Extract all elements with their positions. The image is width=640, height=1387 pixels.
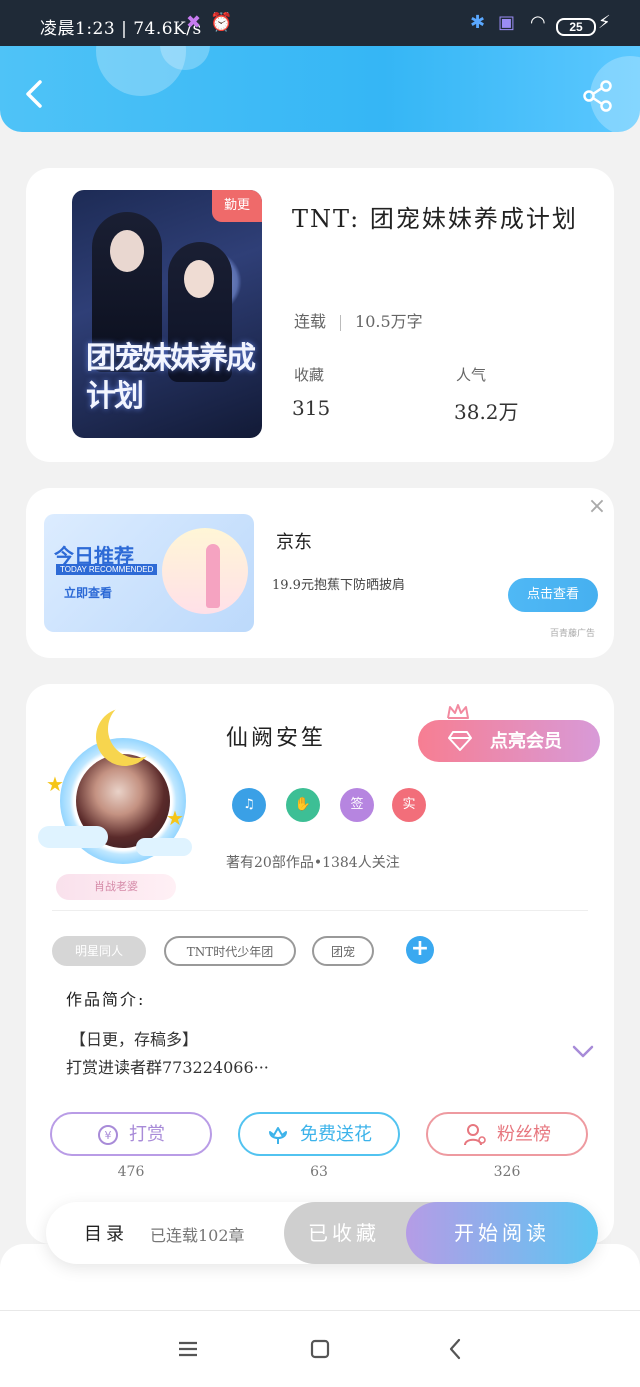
cover-face — [110, 230, 144, 272]
flower-icon — [269, 1127, 287, 1145]
close-icon[interactable]: × — [586, 496, 608, 518]
ad-card[interactable]: 今日推荐 TODAY RECOMMENDED 立即查看 京东 19.9元抱蕉下防… — [26, 488, 614, 658]
ad-banner-cta: 立即查看 — [64, 586, 113, 600]
fan-ranking-button[interactable]: 粉丝榜 — [426, 1112, 588, 1156]
yen-coin-icon: ¥ — [98, 1125, 118, 1146]
bluetooth-icon: ✱ — [470, 12, 486, 33]
mute-icon: ✖ — [186, 12, 202, 33]
author-card: ★ ★ 肖战老婆 仙阙安笙 点亮会员 ♫ ✋ 签 实 著有20部作品•1384人… — [26, 684, 614, 1244]
cover-face — [184, 260, 214, 298]
sign-icon[interactable]: 签 — [340, 788, 374, 822]
tag-chip[interactable]: TNT时代少年团 — [164, 936, 296, 966]
reward-label: 打赏 — [129, 1124, 165, 1144]
star-icon: ★ — [166, 806, 184, 830]
word-count: 10.5万字 — [355, 312, 423, 331]
update-tag: 勤更 — [212, 190, 262, 222]
share-icon[interactable] — [580, 78, 616, 114]
ad-banner-circle — [162, 528, 248, 614]
fan-ranking-label: 粉丝榜 — [497, 1124, 551, 1144]
star-icon: ★ — [46, 772, 64, 796]
ad-banner-figure — [206, 544, 220, 608]
header-bar — [0, 46, 640, 132]
tag-chip[interactable]: 明星同人 — [52, 936, 146, 966]
ad-title: 京东 — [276, 532, 312, 553]
vip-button-label: 点亮会员 — [490, 731, 562, 751]
ad-description: 19.9元抱蕉下防晒披肩 — [272, 578, 405, 593]
start-reading-button[interactable]: 开始阅读 — [406, 1202, 598, 1264]
author-title-badge: 肖战老婆 — [56, 874, 176, 900]
book-status: 连载 — [294, 312, 327, 331]
activate-vip-button[interactable]: 点亮会员 — [418, 720, 600, 762]
favorites-label: 收藏 — [294, 366, 325, 384]
wifi-icon: ◠ — [530, 12, 546, 33]
book-info-card: 团宠妹妹养成计划 勤更 TNT: 团宠妹妹养成计划 连载 10.5万字 收藏 31… — [26, 168, 614, 462]
intro-label: 作品简介: — [66, 990, 146, 1009]
send-flower-button[interactable]: 免费送花 — [238, 1112, 400, 1156]
book-cover[interactable]: 团宠妹妹养成计划 勤更 — [72, 190, 262, 438]
send-flower-label: 免费送花 — [300, 1124, 372, 1144]
reward-count: 476 — [117, 1164, 145, 1180]
ad-view-button[interactable]: 点击查看 — [508, 578, 598, 612]
tag-chip[interactable]: 团宠 — [312, 936, 374, 966]
avatar[interactable]: ★ ★ — [38, 714, 196, 864]
status-bar: 凌晨1:23 | 74.6K/s ✖ ⏰ ✱ ▣ ◠ 25 ⚡ — [0, 0, 640, 46]
author-name[interactable]: 仙阙安笙 — [226, 720, 326, 752]
ad-banner-subtitle: TODAY RECOMMENDED — [56, 564, 158, 575]
handshake-icon[interactable]: ✋ — [286, 788, 320, 822]
author-stats: 著有20部作品•1384人关注 — [226, 855, 400, 871]
intro-line: 打赏进读者群773224066··· — [66, 1058, 269, 1077]
cover-title: 团宠妹妹养成计划 — [86, 341, 256, 414]
music-note-icon[interactable]: ♫ — [232, 788, 266, 822]
read-action-bar: 目录 已连载102章 已收藏 开始阅读 — [46, 1202, 598, 1264]
real-name-icon[interactable]: 实 — [392, 788, 426, 822]
back-nav-icon[interactable] — [444, 1337, 468, 1361]
crown-icon — [447, 704, 469, 719]
popularity-label: 人气 — [456, 366, 487, 384]
battery-indicator: 25 — [556, 18, 596, 36]
popularity-value: 38.2万 — [454, 400, 519, 424]
meta-divider — [340, 314, 342, 331]
collected-label: 已收藏 — [308, 1221, 380, 1245]
user-icon — [464, 1124, 486, 1146]
reward-button[interactable]: ¥ 打赏 — [50, 1112, 212, 1156]
flower-count: 63 — [310, 1164, 328, 1180]
book-meta: 连载 10.5万字 — [294, 308, 423, 332]
divider — [52, 910, 588, 911]
back-arrow-icon[interactable] — [16, 76, 52, 112]
toc-button[interactable]: 目录 — [84, 1220, 128, 1246]
add-tag-button[interactable]: + — [406, 936, 434, 964]
alarm-icon: ⏰ — [210, 12, 233, 33]
menu-icon[interactable] — [176, 1337, 200, 1361]
cloud-decor — [38, 826, 108, 848]
ad-source: 百青藤广告 — [550, 629, 596, 639]
vpn-icon: ▣ — [498, 12, 516, 33]
moon-icon — [108, 700, 166, 758]
ad-banner-image[interactable]: 今日推荐 TODAY RECOMMENDED 立即查看 — [44, 514, 254, 632]
chapter-count[interactable]: 已连载102章 — [150, 1222, 245, 1246]
favorites-value: 315 — [292, 396, 331, 420]
chevron-down-icon[interactable] — [572, 1044, 594, 1060]
book-title: TNT: 团宠妹妹养成计划 — [292, 205, 578, 233]
home-icon[interactable] — [308, 1337, 332, 1361]
diamond-icon — [448, 731, 472, 751]
cloud-decor — [136, 838, 192, 856]
svg-text:¥: ¥ — [105, 1129, 112, 1142]
fan-count: 326 — [493, 1164, 521, 1180]
intro-line: 【日更，存稿多】 — [70, 1030, 199, 1049]
system-nav-bar — [0, 1310, 640, 1387]
status-time: 凌晨1:23 | 74.6K/s — [40, 19, 202, 39]
charging-icon: ⚡ — [598, 12, 611, 33]
